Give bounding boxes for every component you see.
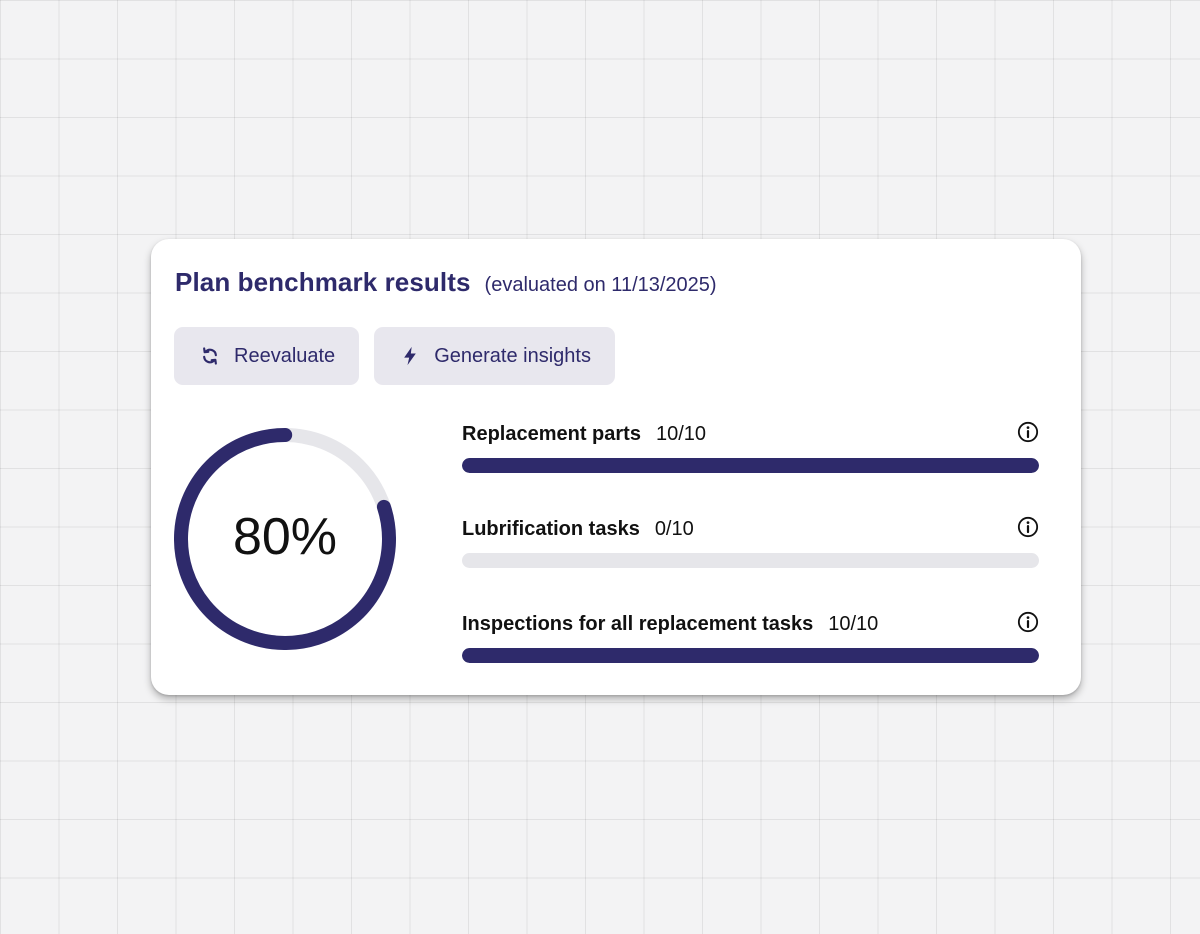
- benchmark-card: Plan benchmark results (evaluated on 11/…: [151, 239, 1081, 695]
- metric-score: 10/10: [828, 612, 879, 635]
- progress-bar-fill: [462, 458, 1039, 473]
- evaluation-date: (evaluated on 11/13/2025): [484, 274, 717, 296]
- metric-row: Lubrification tasks 0/10: [462, 514, 1039, 609]
- refresh-icon: [200, 346, 220, 366]
- metric-name: Lubrification tasks: [462, 517, 640, 540]
- metric-score: 0/10: [654, 517, 694, 540]
- card-title: Plan benchmark results: [175, 267, 471, 297]
- action-bar: Reevaluate Generate insights: [174, 327, 615, 385]
- metric-name: Replacement parts: [462, 422, 641, 445]
- metric-row: Inspections for all replacement tasks 10…: [462, 609, 1039, 704]
- overall-score-value: 80%: [232, 508, 338, 566]
- metric-header: Replacement parts 10/10: [462, 421, 1039, 447]
- progress-bar-track: [462, 458, 1039, 473]
- info-icon[interactable]: [1017, 516, 1039, 538]
- info-icon[interactable]: [1017, 611, 1039, 633]
- reevaluate-label: Reevaluate: [234, 344, 336, 367]
- metrics-list: Replacement parts 10/10 Lubrification ta…: [462, 419, 1039, 704]
- generate-insights-label: Generate insights: [434, 344, 591, 367]
- reevaluate-button[interactable]: Reevaluate: [174, 327, 360, 385]
- progress-bar-fill: [462, 648, 1039, 663]
- card-header: Plan benchmark results (evaluated on 11/…: [175, 267, 717, 298]
- progress-bar-track: [462, 648, 1039, 663]
- metric-header: Inspections for all replacement tasks 10…: [462, 611, 1039, 637]
- metric-row: Replacement parts 10/10: [462, 419, 1039, 514]
- lightning-icon: [400, 346, 420, 366]
- info-icon[interactable]: [1017, 421, 1039, 443]
- progress-bar-track: [462, 553, 1039, 568]
- metric-header: Lubrification tasks 0/10: [462, 516, 1039, 542]
- overall-score-ring: 80%: [174, 428, 396, 650]
- metric-name: Inspections for all replacement tasks: [462, 612, 814, 635]
- generate-insights-button[interactable]: Generate insights: [374, 327, 615, 385]
- metric-score: 10/10: [655, 422, 707, 445]
